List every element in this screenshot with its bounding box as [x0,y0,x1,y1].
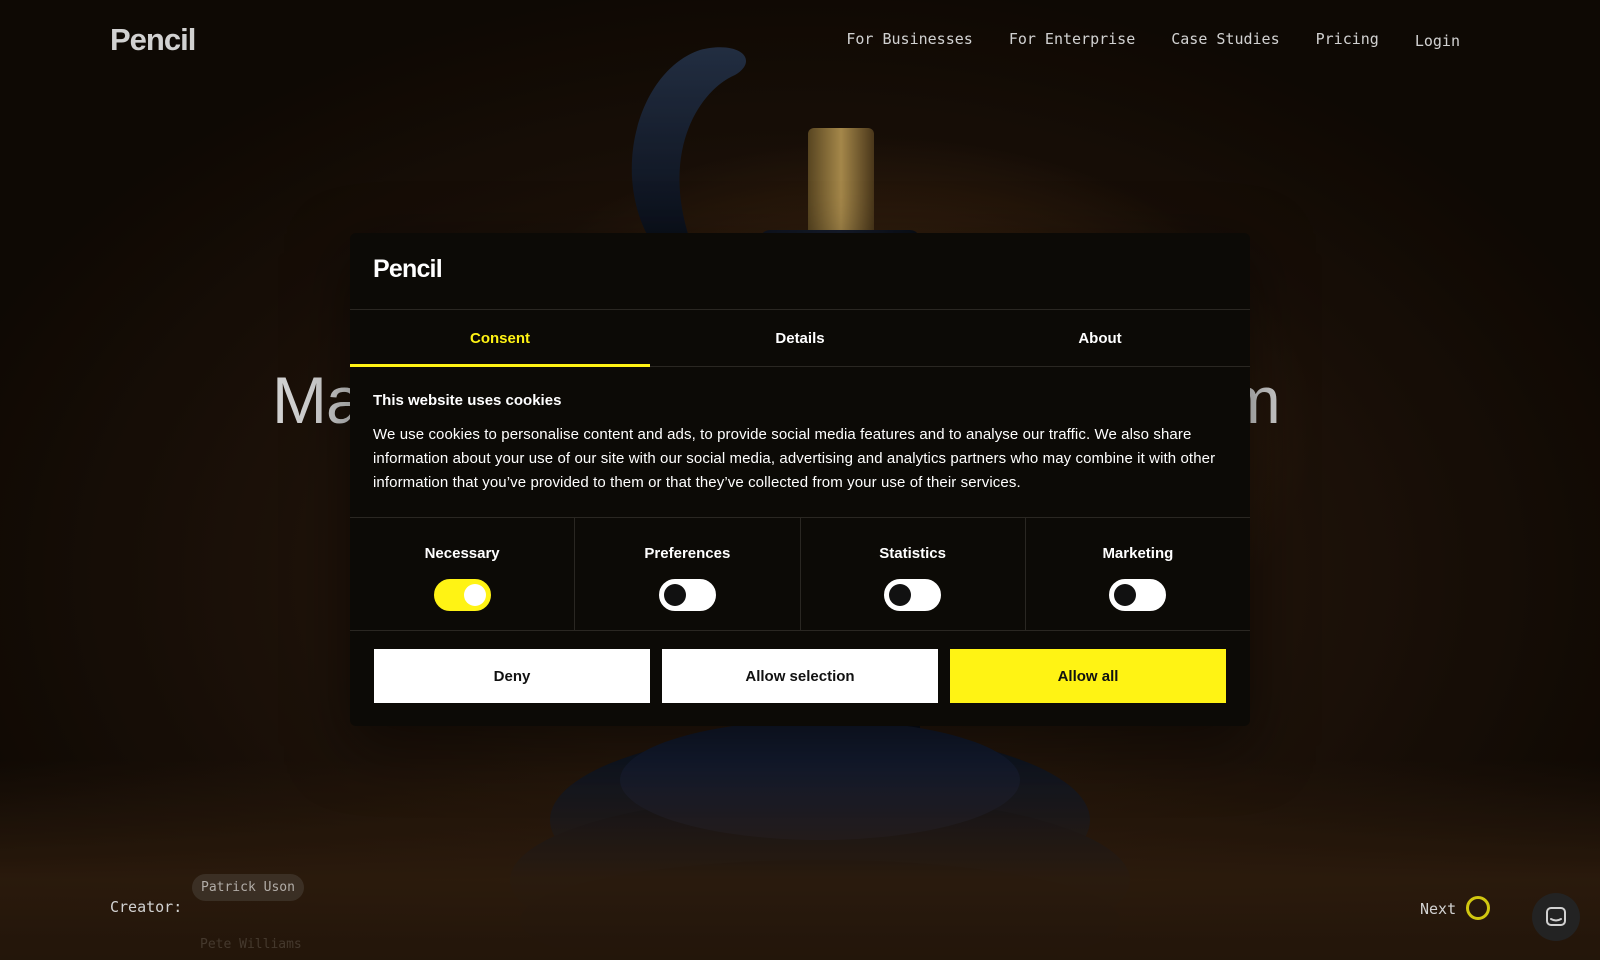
category-label: Preferences [644,545,731,562]
toggle-knob [463,584,486,606]
necessary-toggle[interactable] [433,579,491,611]
toggle-knob [1114,584,1137,606]
cookie-consent-dialog: Pencil Consent Details About This websit… [350,233,1250,726]
allow-selection-button[interactable]: Allow selection [662,649,938,703]
dialog-actions: Deny Allow selection Allow all [350,631,1250,721]
cookie-category-toggles: Necessary Preferences Statistics Marketi… [350,518,1250,631]
dialog-logo: Pencil [373,255,443,283]
dialog-header: Pencil [350,233,1250,310]
category-label: Marketing [1102,545,1174,562]
tab-details[interactable]: Details [650,310,950,366]
toggle-knob [889,584,912,606]
statistics-toggle[interactable] [884,579,942,611]
category-statistics: Statistics [801,518,1026,630]
allow-all-button[interactable]: Allow all [950,649,1226,703]
category-label: Statistics [879,545,946,562]
dialog-body: This website uses cookies We use cookies… [350,367,1250,518]
tab-consent[interactable]: Consent [350,310,650,367]
category-marketing: Marketing [1026,518,1250,630]
deny-button[interactable]: Deny [374,649,650,703]
category-label: Necessary [424,545,500,562]
category-preferences: Preferences [575,518,801,630]
tab-about[interactable]: About [950,310,1250,366]
marketing-toggle[interactable] [1109,579,1167,611]
dialog-heading: This website uses cookies [373,392,562,409]
dialog-description: We use cookies to personalise content an… [373,426,1216,491]
preferences-toggle[interactable] [658,579,716,611]
category-necessary: Necessary [350,518,576,630]
dialog-tabs: Consent Details About [350,310,1250,367]
toggle-knob [663,584,686,606]
